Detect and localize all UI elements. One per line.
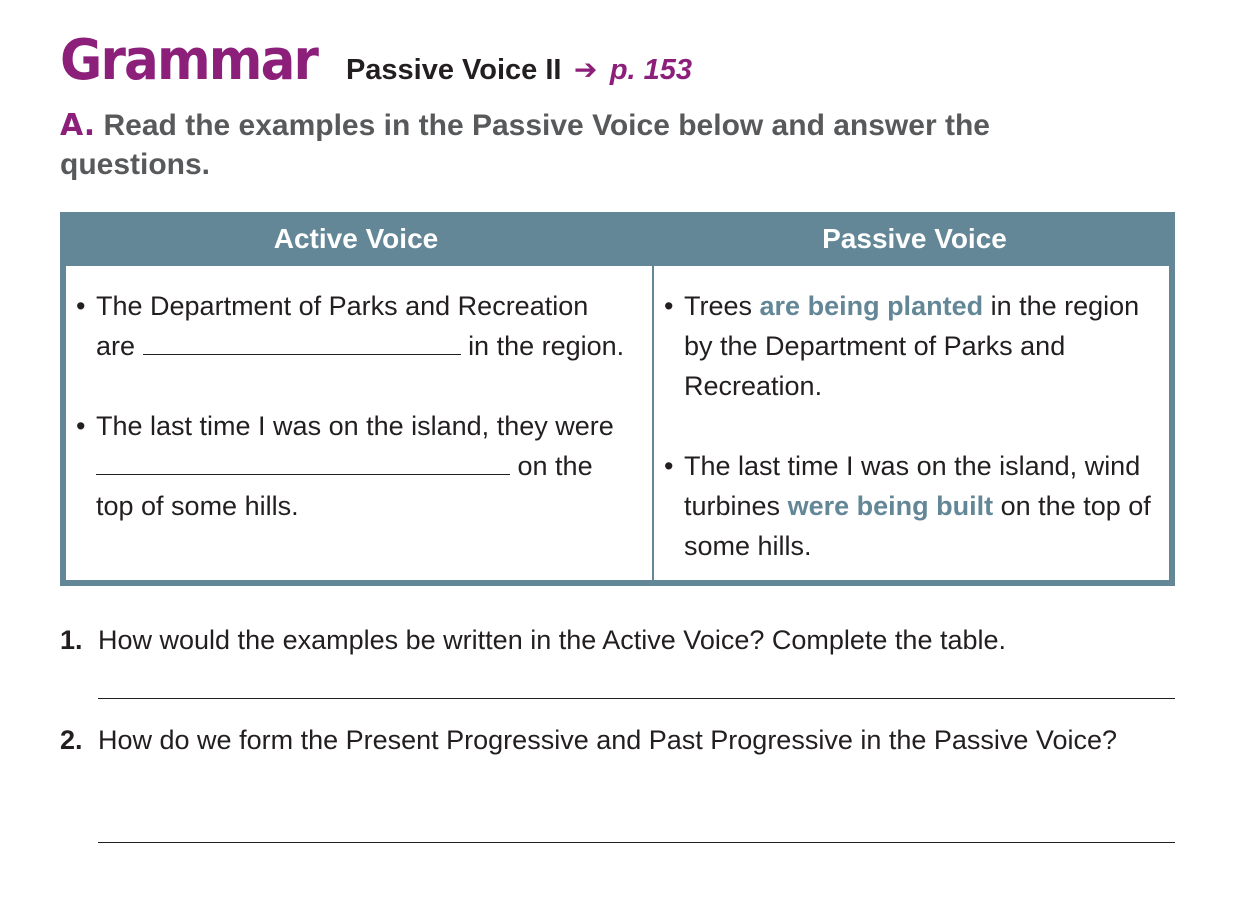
active-example-2: The last time I was on the island, they … bbox=[66, 406, 632, 526]
header-active-voice: Active Voice bbox=[273, 223, 439, 254]
passive-example-1: Trees are being planted in the region by… bbox=[654, 286, 1157, 406]
header-passive-voice: Passive Voice bbox=[822, 223, 1007, 254]
instruction-letter: A. bbox=[60, 108, 96, 143]
highlighted-verb: are being planted bbox=[759, 291, 984, 321]
answer-line-2[interactable] bbox=[98, 842, 1175, 843]
passive-voice-cell: Trees are being planted in the region by… bbox=[654, 266, 1169, 580]
page-reference: p. 153 bbox=[609, 54, 693, 86]
instruction: A. Read the examples in the Passive Voic… bbox=[60, 106, 1120, 184]
question-number: 2. bbox=[60, 725, 83, 755]
section-title: Grammar bbox=[60, 28, 319, 93]
question-text: How do we form the Present Progressive a… bbox=[98, 725, 1117, 755]
question-number: 1. bbox=[60, 625, 83, 655]
answer-blank-1[interactable] bbox=[142, 326, 461, 355]
topic-title: Passive Voice II bbox=[345, 54, 562, 86]
active-voice-cell: The Department of Parks and Recreation a… bbox=[66, 266, 652, 580]
active-example-1: The Department of Parks and Recreation a… bbox=[66, 286, 632, 366]
arrow-icon: ➔ bbox=[573, 54, 598, 85]
question-text: How would the examples be written in the… bbox=[98, 625, 1007, 655]
answer-line-1[interactable] bbox=[98, 698, 1175, 699]
answer-blank-2[interactable] bbox=[96, 446, 510, 475]
page-header: Grammar Passive Voice II ➔ p. 153 bbox=[60, 28, 692, 93]
voice-table: Active Voice Passive Voice The Departmen… bbox=[60, 212, 1175, 586]
passive-example-2: The last time I was on the island, wind … bbox=[654, 446, 1157, 566]
highlighted-verb: were being built bbox=[787, 491, 994, 521]
instruction-text: Read the examples in the Passive Voice b… bbox=[60, 109, 990, 181]
